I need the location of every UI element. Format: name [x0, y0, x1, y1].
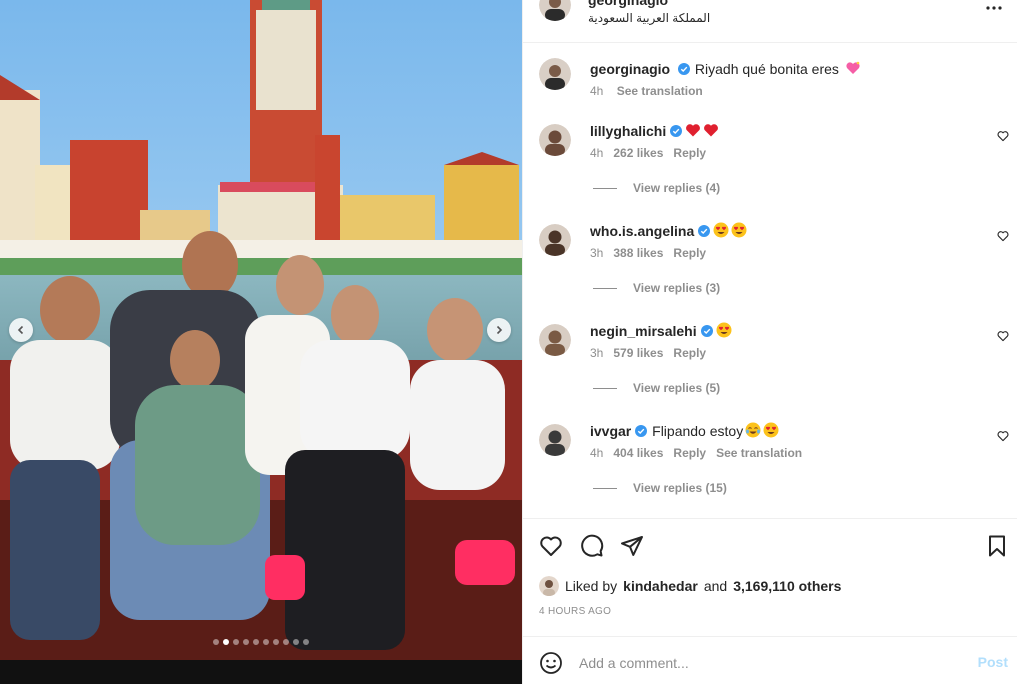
comment-time[interactable]: 4h [590, 146, 603, 160]
avatar[interactable] [539, 424, 571, 456]
liker-avatar[interactable] [539, 576, 559, 596]
verified-badge-icon [698, 225, 711, 237]
see-translation-link[interactable]: See translation [617, 84, 703, 98]
replies-divider-line [593, 188, 617, 190]
comment-username[interactable]: ivvgar [590, 423, 631, 439]
comment-time[interactable]: 4h [590, 446, 603, 460]
action-bar [523, 518, 1017, 568]
comment-bubble-icon[interactable] [580, 534, 604, 558]
verified-badge-icon [700, 325, 713, 337]
like-heart-icon[interactable] [539, 534, 563, 558]
share-paper-plane-icon[interactable] [620, 534, 644, 558]
view-replies-label: View replies (15) [633, 481, 727, 495]
heart-eyes-emoji-icon [716, 322, 732, 338]
family-photo-image [0, 0, 522, 684]
post-photo[interactable] [0, 0, 522, 684]
carousel-dot [253, 639, 259, 645]
carousel-dot [233, 639, 239, 645]
view-replies-button[interactable]: View replies (3) [593, 281, 720, 295]
chevron-left-icon [17, 325, 24, 335]
comment-username[interactable]: lillyghalichi [590, 123, 666, 139]
heart-eyes-emoji-icon [713, 222, 729, 238]
view-replies-button[interactable]: View replies (15) [593, 481, 727, 495]
liked-by-user[interactable]: kindahedar [623, 578, 698, 594]
comment-time[interactable]: 3h [590, 346, 603, 360]
avatar[interactable] [539, 58, 571, 90]
like-comment-heart-icon[interactable] [997, 430, 1009, 442]
tears-of-joy-emoji-icon [745, 422, 761, 438]
comment-likes[interactable]: 388 likes [613, 246, 663, 260]
reply-button[interactable]: Reply [673, 446, 706, 460]
carousel-dot [223, 639, 229, 645]
carousel-dot [283, 639, 289, 645]
reply-button[interactable]: Reply [673, 246, 706, 260]
sparkling-heart-icon [846, 61, 860, 74]
avatar[interactable] [539, 124, 571, 156]
post-timestamp[interactable]: 4 HOURS AGO [539, 606, 611, 617]
post-header: georginagio المملكة العربية السعودية [523, 0, 1017, 43]
comment-text: Flipando estoy [648, 423, 744, 439]
post-username[interactable]: georginagio [588, 0, 668, 8]
next-photo-button[interactable] [487, 318, 511, 342]
avatar[interactable] [539, 0, 571, 21]
more-options-icon[interactable] [984, 0, 1004, 18]
carousel-dot [293, 639, 299, 645]
caption-text: Riyadh qué bonita eres [694, 61, 839, 77]
red-heart-icon [704, 124, 719, 137]
comment-likes[interactable]: 404 likes [613, 446, 663, 460]
carousel-dot [213, 639, 219, 645]
liked-by-and: and [703, 578, 728, 594]
comment-likes[interactable]: 579 likes [613, 346, 663, 360]
red-heart-icon [686, 124, 701, 137]
verified-badge-icon [635, 425, 648, 437]
chevron-right-icon [496, 325, 503, 335]
like-comment-heart-icon[interactable] [997, 130, 1009, 142]
replies-divider-line [593, 288, 617, 290]
post-side-panel: georginagio المملكة العربية السعودية geo… [522, 0, 1017, 684]
verified-badge-icon [670, 125, 683, 137]
carousel-dot [303, 639, 309, 645]
heart-eyes-emoji-icon [763, 422, 779, 438]
emoji-smiley-icon[interactable] [539, 651, 563, 675]
avatar[interactable] [539, 224, 571, 256]
heart-eyes-emoji-icon [731, 222, 747, 238]
likes-count[interactable]: 3,169,110 others [733, 578, 841, 594]
liked-by-prefix: Liked by [565, 578, 618, 594]
add-comment-bar: Post [523, 636, 1017, 684]
see-translation-link[interactable]: See translation [716, 446, 802, 460]
avatar[interactable] [539, 324, 571, 356]
likes-summary: Liked by kindahedar and 3,169,110 others [539, 576, 841, 596]
view-replies-button[interactable]: View replies (5) [593, 381, 720, 395]
comment-time[interactable]: 3h [590, 246, 603, 260]
carousel-dot [243, 639, 249, 645]
caption-username[interactable]: georginagio [590, 61, 670, 77]
previous-photo-button[interactable] [9, 318, 33, 342]
like-comment-heart-icon[interactable] [997, 230, 1009, 242]
replies-divider-line [593, 488, 617, 490]
view-replies-label: View replies (3) [633, 281, 721, 295]
carousel-dot [263, 639, 269, 645]
view-replies-button[interactable]: View replies (4) [593, 181, 720, 195]
post-button[interactable]: Post [978, 654, 1008, 670]
carousel-dot [273, 639, 279, 645]
comment-likes[interactable]: 262 likes [613, 146, 663, 160]
comment-username[interactable]: negin_mirsalehi [590, 323, 697, 339]
reply-button[interactable]: Reply [673, 346, 706, 360]
view-replies-label: View replies (5) [633, 381, 721, 395]
verified-badge-icon [678, 63, 691, 75]
post-location[interactable]: المملكة العربية السعودية [588, 11, 710, 25]
comment-input[interactable] [579, 649, 959, 677]
comment-username[interactable]: who.is.angelina [590, 223, 694, 239]
view-replies-label: View replies (4) [633, 181, 721, 195]
replies-divider-line [593, 388, 617, 390]
carousel-dots [0, 639, 522, 645]
caption-time[interactable]: 4h [590, 84, 603, 98]
save-bookmark-icon[interactable] [985, 534, 1009, 558]
reply-button[interactable]: Reply [673, 146, 706, 160]
like-comment-heart-icon[interactable] [997, 330, 1009, 342]
